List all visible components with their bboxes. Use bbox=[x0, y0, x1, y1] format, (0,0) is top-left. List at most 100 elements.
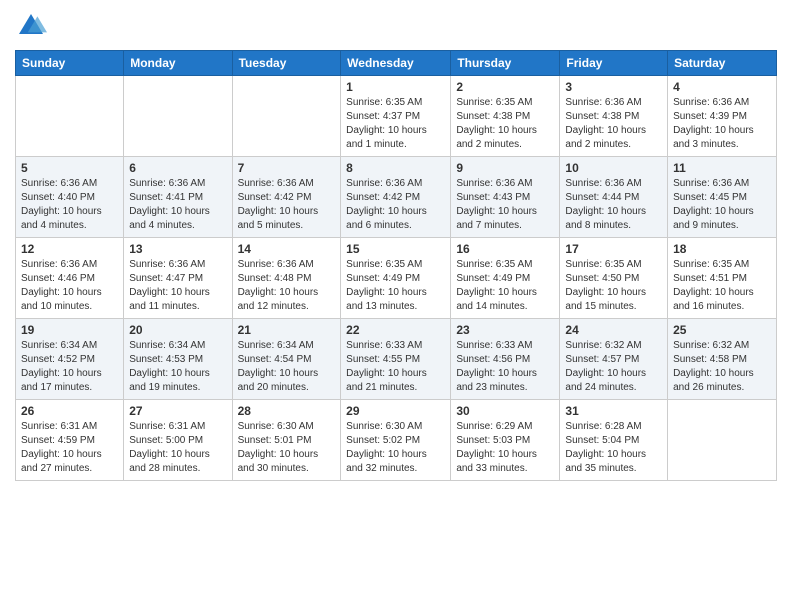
calendar-cell: 17 Sunrise: 6:35 AM Sunset: 4:50 PM Dayli… bbox=[560, 238, 668, 319]
day-number: 4 bbox=[673, 80, 771, 94]
weekday-header: Wednesday bbox=[341, 51, 451, 76]
day-info: Sunrise: 6:36 AM Sunset: 4:45 PM Dayligh… bbox=[673, 177, 771, 233]
day-number: 9 bbox=[456, 161, 554, 175]
calendar-cell bbox=[232, 76, 341, 157]
day-number: 13 bbox=[129, 242, 226, 256]
day-number: 31 bbox=[565, 404, 662, 418]
logo bbox=[15, 10, 51, 42]
day-number: 2 bbox=[456, 80, 554, 94]
calendar-cell: 31 Sunrise: 6:28 AM Sunset: 5:04 PM Dayli… bbox=[560, 400, 668, 481]
day-info: Sunrise: 6:35 AM Sunset: 4:49 PM Dayligh… bbox=[346, 258, 445, 314]
calendar-cell: 30 Sunrise: 6:29 AM Sunset: 5:03 PM Dayli… bbox=[451, 400, 560, 481]
day-number: 18 bbox=[673, 242, 771, 256]
weekday-header: Saturday bbox=[668, 51, 777, 76]
day-info: Sunrise: 6:36 AM Sunset: 4:42 PM Dayligh… bbox=[346, 177, 445, 233]
day-info: Sunrise: 6:28 AM Sunset: 5:04 PM Dayligh… bbox=[565, 420, 662, 476]
day-info: Sunrise: 6:34 AM Sunset: 4:54 PM Dayligh… bbox=[238, 339, 336, 395]
day-info: Sunrise: 6:36 AM Sunset: 4:46 PM Dayligh… bbox=[21, 258, 118, 314]
calendar-cell: 18 Sunrise: 6:35 AM Sunset: 4:51 PM Dayli… bbox=[668, 238, 777, 319]
day-number: 23 bbox=[456, 323, 554, 337]
calendar-cell: 15 Sunrise: 6:35 AM Sunset: 4:49 PM Dayli… bbox=[341, 238, 451, 319]
calendar-week-row: 5 Sunrise: 6:36 AM Sunset: 4:40 PM Daylig… bbox=[16, 157, 777, 238]
day-number: 22 bbox=[346, 323, 445, 337]
day-number: 20 bbox=[129, 323, 226, 337]
day-number: 17 bbox=[565, 242, 662, 256]
day-number: 25 bbox=[673, 323, 771, 337]
day-number: 28 bbox=[238, 404, 336, 418]
calendar-cell: 21 Sunrise: 6:34 AM Sunset: 4:54 PM Dayli… bbox=[232, 319, 341, 400]
day-number: 19 bbox=[21, 323, 118, 337]
calendar-cell: 24Sunrise: 6:32 AM Sunset: 4:57 PM Dayli… bbox=[560, 319, 668, 400]
calendar-cell: 11 Sunrise: 6:36 AM Sunset: 4:45 PM Dayli… bbox=[668, 157, 777, 238]
calendar-cell: 16 Sunrise: 6:35 AM Sunset: 4:49 PM Dayli… bbox=[451, 238, 560, 319]
calendar-cell bbox=[668, 400, 777, 481]
day-info: Sunrise: 6:31 AM Sunset: 5:00 PM Dayligh… bbox=[129, 420, 226, 476]
calendar-cell: 27 Sunrise: 6:31 AM Sunset: 5:00 PM Dayli… bbox=[124, 400, 232, 481]
day-info: Sunrise: 6:35 AM Sunset: 4:38 PM Dayligh… bbox=[456, 96, 554, 152]
calendar-cell: 26 Sunrise: 6:31 AM Sunset: 4:59 PM Dayli… bbox=[16, 400, 124, 481]
day-info: Sunrise: 6:30 AM Sunset: 5:01 PM Dayligh… bbox=[238, 420, 336, 476]
day-info: Sunrise: 6:36 AM Sunset: 4:40 PM Dayligh… bbox=[21, 177, 118, 233]
day-info: Sunrise: 6:36 AM Sunset: 4:38 PM Dayligh… bbox=[565, 96, 662, 152]
calendar-week-row: 1 Sunrise: 6:35 AM Sunset: 4:37 PM Daylig… bbox=[16, 76, 777, 157]
day-number: 27 bbox=[129, 404, 226, 418]
weekday-header: Friday bbox=[560, 51, 668, 76]
day-number: 7 bbox=[238, 161, 336, 175]
day-info: Sunrise: 6:33 AM Sunset: 4:55 PM Dayligh… bbox=[346, 339, 445, 395]
calendar-cell bbox=[124, 76, 232, 157]
day-info: Sunrise: 6:35 AM Sunset: 4:37 PM Dayligh… bbox=[346, 96, 445, 152]
day-number: 21 bbox=[238, 323, 336, 337]
day-info: Sunrise: 6:35 AM Sunset: 4:49 PM Dayligh… bbox=[456, 258, 554, 314]
day-info: Sunrise: 6:29 AM Sunset: 5:03 PM Dayligh… bbox=[456, 420, 554, 476]
day-number: 15 bbox=[346, 242, 445, 256]
weekday-header: Monday bbox=[124, 51, 232, 76]
day-info: Sunrise: 6:34 AM Sunset: 4:53 PM Dayligh… bbox=[129, 339, 226, 395]
calendar-cell: 14Sunrise: 6:36 AM Sunset: 4:48 PM Dayli… bbox=[232, 238, 341, 319]
day-info: Sunrise: 6:32 AM Sunset: 4:57 PM Dayligh… bbox=[565, 339, 662, 395]
day-info: Sunrise: 6:30 AM Sunset: 5:02 PM Dayligh… bbox=[346, 420, 445, 476]
calendar-cell: 28 Sunrise: 6:30 AM Sunset: 5:01 PM Dayli… bbox=[232, 400, 341, 481]
day-number: 30 bbox=[456, 404, 554, 418]
day-info: Sunrise: 6:35 AM Sunset: 4:50 PM Dayligh… bbox=[565, 258, 662, 314]
calendar-cell: 13 Sunrise: 6:36 AM Sunset: 4:47 PM Dayli… bbox=[124, 238, 232, 319]
day-info: Sunrise: 6:31 AM Sunset: 4:59 PM Dayligh… bbox=[21, 420, 118, 476]
logo-icon bbox=[15, 10, 47, 42]
day-number: 1 bbox=[346, 80, 445, 94]
calendar-cell: 5 Sunrise: 6:36 AM Sunset: 4:40 PM Daylig… bbox=[16, 157, 124, 238]
day-number: 12 bbox=[21, 242, 118, 256]
day-info: Sunrise: 6:33 AM Sunset: 4:56 PM Dayligh… bbox=[456, 339, 554, 395]
calendar-header-row: SundayMondayTuesdayWednesdayThursdayFrid… bbox=[16, 51, 777, 76]
day-number: 26 bbox=[21, 404, 118, 418]
weekday-header: Thursday bbox=[451, 51, 560, 76]
calendar-cell: 1 Sunrise: 6:35 AM Sunset: 4:37 PM Daylig… bbox=[341, 76, 451, 157]
day-number: 11 bbox=[673, 161, 771, 175]
calendar-cell: 23 Sunrise: 6:33 AM Sunset: 4:56 PM Dayli… bbox=[451, 319, 560, 400]
calendar-cell: 12 Sunrise: 6:36 AM Sunset: 4:46 PM Dayli… bbox=[16, 238, 124, 319]
day-number: 8 bbox=[346, 161, 445, 175]
day-info: Sunrise: 6:34 AM Sunset: 4:52 PM Dayligh… bbox=[21, 339, 118, 395]
day-info: Sunrise: 6:36 AM Sunset: 4:41 PM Dayligh… bbox=[129, 177, 226, 233]
calendar-cell: 6 Sunrise: 6:36 AM Sunset: 4:41 PM Daylig… bbox=[124, 157, 232, 238]
page: SundayMondayTuesdayWednesdayThursdayFrid… bbox=[0, 0, 792, 612]
day-number: 6 bbox=[129, 161, 226, 175]
weekday-header: Sunday bbox=[16, 51, 124, 76]
day-number: 5 bbox=[21, 161, 118, 175]
calendar-cell: 19 Sunrise: 6:34 AM Sunset: 4:52 PM Dayli… bbox=[16, 319, 124, 400]
calendar-cell: 3Sunrise: 6:36 AM Sunset: 4:38 PM Daylig… bbox=[560, 76, 668, 157]
calendar-cell: 2 Sunrise: 6:35 AM Sunset: 4:38 PM Daylig… bbox=[451, 76, 560, 157]
calendar-cell: 8 Sunrise: 6:36 AM Sunset: 4:42 PM Daylig… bbox=[341, 157, 451, 238]
day-info: Sunrise: 6:36 AM Sunset: 4:39 PM Dayligh… bbox=[673, 96, 771, 152]
calendar-cell bbox=[16, 76, 124, 157]
day-info: Sunrise: 6:36 AM Sunset: 4:43 PM Dayligh… bbox=[456, 177, 554, 233]
day-number: 16 bbox=[456, 242, 554, 256]
weekday-header: Tuesday bbox=[232, 51, 341, 76]
calendar-cell: 20 Sunrise: 6:34 AM Sunset: 4:53 PM Dayli… bbox=[124, 319, 232, 400]
day-info: Sunrise: 6:32 AM Sunset: 4:58 PM Dayligh… bbox=[673, 339, 771, 395]
calendar-cell: 29Sunrise: 6:30 AM Sunset: 5:02 PM Dayli… bbox=[341, 400, 451, 481]
day-number: 14 bbox=[238, 242, 336, 256]
day-info: Sunrise: 6:36 AM Sunset: 4:47 PM Dayligh… bbox=[129, 258, 226, 314]
day-info: Sunrise: 6:35 AM Sunset: 4:51 PM Dayligh… bbox=[673, 258, 771, 314]
calendar-week-row: 19 Sunrise: 6:34 AM Sunset: 4:52 PM Dayli… bbox=[16, 319, 777, 400]
calendar-week-row: 12 Sunrise: 6:36 AM Sunset: 4:46 PM Dayli… bbox=[16, 238, 777, 319]
calendar-cell: 22 Sunrise: 6:33 AM Sunset: 4:55 PM Dayli… bbox=[341, 319, 451, 400]
